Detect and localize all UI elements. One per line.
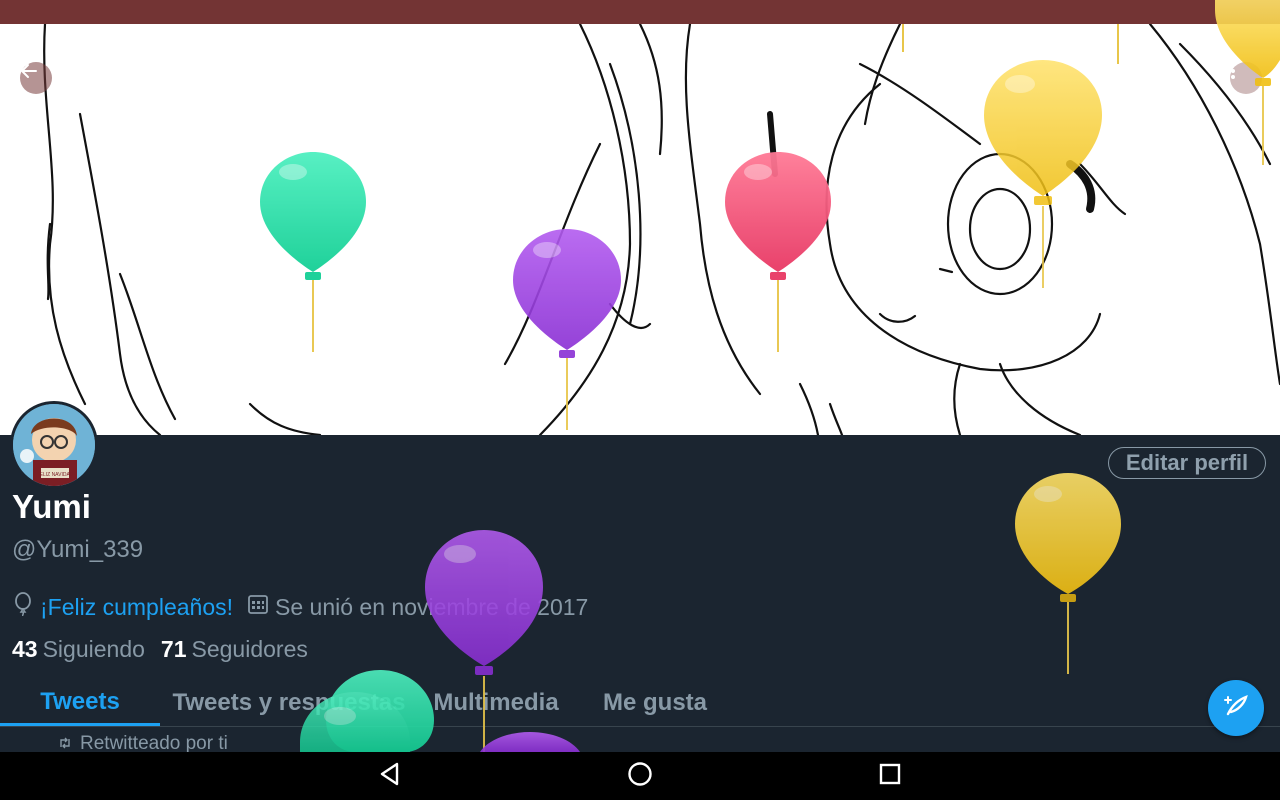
more-options-button[interactable] [1230, 62, 1262, 94]
avatar-caption: FELIZ NAVIDAD [37, 472, 74, 478]
followers-count: 71 [160, 636, 187, 662]
profile-meta: ¡Feliz cumpleaños! Se unió en noviembre … [12, 592, 588, 622]
nav-recents-icon [879, 763, 901, 790]
follow-counts: 43 Siguiendo 71 Seguidores [12, 636, 308, 663]
nav-home-icon [627, 761, 653, 792]
followers-label: Seguidores [191, 636, 308, 662]
android-navigation-bar [0, 752, 1280, 800]
back-button[interactable] [20, 62, 52, 94]
nav-recents-button[interactable] [868, 760, 912, 792]
following-label: Siguiendo [42, 636, 145, 662]
compose-tweet-icon [1222, 692, 1250, 725]
profile-name: Yumi [12, 488, 91, 525]
nav-back-icon [378, 762, 402, 791]
calendar-icon [247, 593, 269, 621]
tab-likes[interactable]: Me gusta [574, 680, 736, 726]
nav-home-button[interactable] [618, 760, 662, 792]
tab-media[interactable]: Multimedia [418, 680, 574, 726]
tab-tweets[interactable]: Tweets [0, 680, 160, 726]
profile-handle: @Yumi_339 [12, 536, 144, 563]
profile-tabs: Tweets Tweets y respuestas Multimedia Me… [0, 680, 1280, 727]
avatar[interactable]: FELIZ NAVIDAD [10, 401, 98, 489]
nav-back-button[interactable] [368, 760, 412, 792]
compose-tweet-button[interactable] [1208, 680, 1264, 736]
edit-profile-button[interactable]: Editar perfil [1108, 447, 1266, 479]
tab-tweets-replies[interactable]: Tweets y respuestas [160, 680, 418, 726]
following-link[interactable]: 43 Siguiendo [12, 636, 145, 663]
following-count: 43 [12, 636, 38, 662]
status-bar [0, 0, 1280, 24]
birthday-text[interactable]: ¡Feliz cumpleaños! [40, 594, 233, 621]
followers-link[interactable]: 71 Seguidores [161, 636, 308, 663]
balloon-icon [12, 592, 34, 622]
header-banner-image [0, 24, 1280, 435]
joined-date: Se unió en noviembre de 2017 [275, 593, 589, 620]
